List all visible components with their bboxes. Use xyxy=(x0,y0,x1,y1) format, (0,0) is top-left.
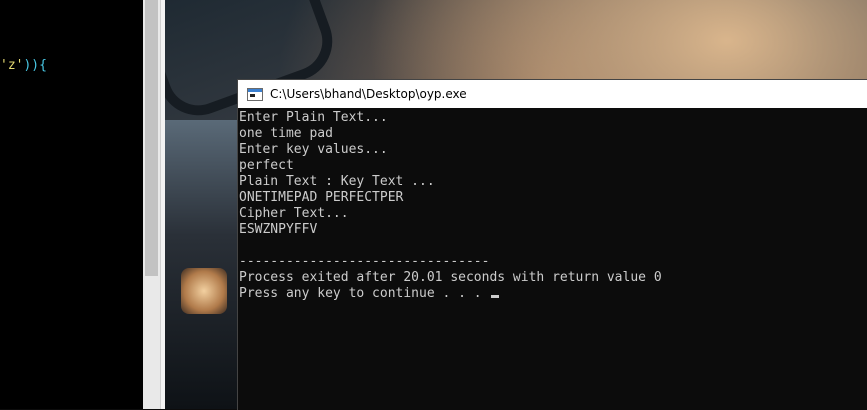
code-string-token: 'z' xyxy=(0,58,24,73)
wallpaper-car-headlight xyxy=(181,268,227,314)
console-separator: -------------------------------- xyxy=(239,254,490,269)
code-line: 'z')){ xyxy=(0,58,47,73)
console-line: Enter Plain Text... xyxy=(239,110,388,125)
editor-scrollbar[interactable] xyxy=(143,0,160,409)
text-cursor xyxy=(491,295,500,298)
console-prompt-line: Press any key to continue . . . xyxy=(239,286,864,302)
console-line: Cipher Text... xyxy=(239,206,349,221)
console-window[interactable]: C:\Users\bhand\Desktop\oyp.exe Enter Pla… xyxy=(237,79,867,410)
console-titlebar[interactable]: C:\Users\bhand\Desktop\oyp.exe xyxy=(238,80,867,108)
console-line: Process exited after 20.01 seconds with … xyxy=(239,270,662,285)
console-output[interactable]: Enter Plain Text... one time pad Enter k… xyxy=(239,110,864,302)
console-line: Plain Text : Key Text ... xyxy=(239,174,435,189)
console-line: ESWZNPYFFV xyxy=(239,222,318,237)
console-prompt-text: Press any key to continue . . . xyxy=(239,286,490,301)
console-window-icon xyxy=(247,87,263,101)
editor-scrollbar-thumb[interactable] xyxy=(145,0,158,276)
console-title: C:\Users\bhand\Desktop\oyp.exe xyxy=(270,87,467,101)
console-line: one time pad xyxy=(239,126,333,141)
code-editor-pane[interactable]: 'z')){ xyxy=(0,0,143,409)
code-punctuation-token: )){ xyxy=(23,58,47,73)
console-line: Enter key values... xyxy=(239,142,388,157)
console-line: perfect xyxy=(239,158,294,173)
console-line: ONETIMEPAD PERFECTPER xyxy=(239,190,404,205)
